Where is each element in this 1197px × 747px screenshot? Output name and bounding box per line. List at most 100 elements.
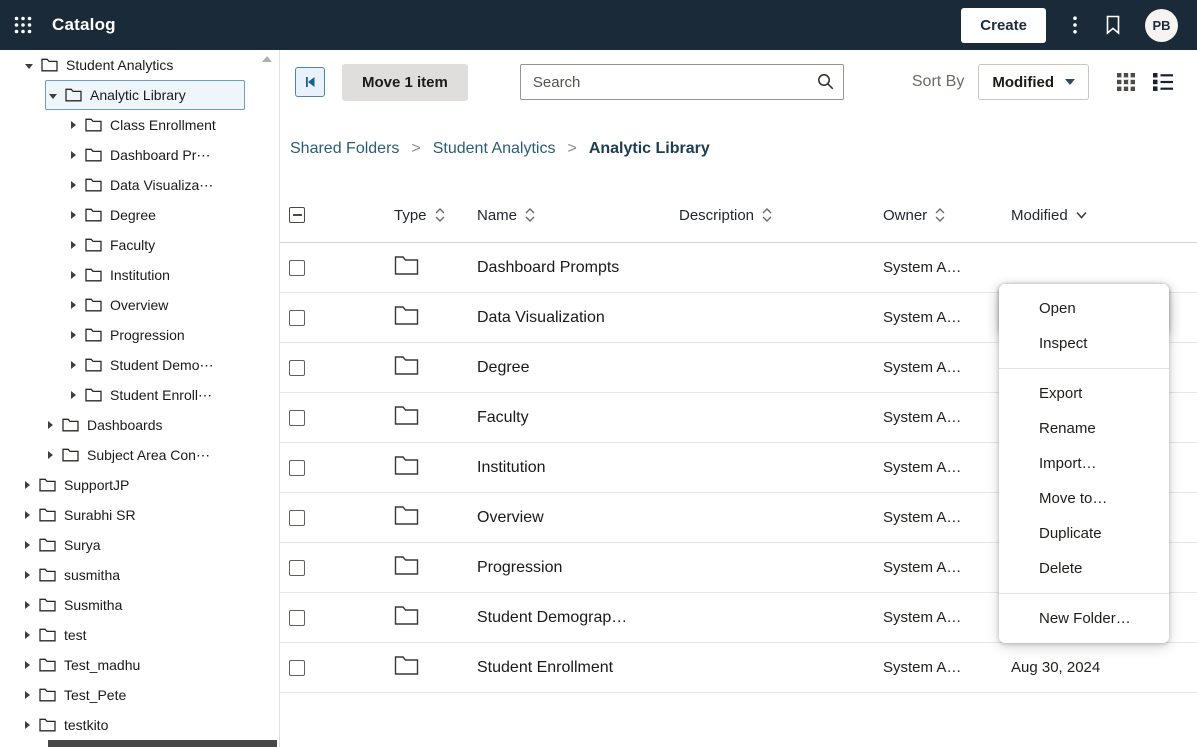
column-header[interactable]: Description xyxy=(679,207,883,224)
caret-icon[interactable] xyxy=(71,361,76,369)
search-input[interactable] xyxy=(520,64,844,100)
breadcrumb-item[interactable]: Shared Folders xyxy=(290,140,433,158)
caret-icon[interactable] xyxy=(25,631,30,639)
row-checkbox[interactable] xyxy=(289,610,305,626)
horizontal-scrollbar[interactable] xyxy=(48,740,277,747)
scroll-up-icon[interactable] xyxy=(262,56,272,62)
column-header[interactable]: Owner xyxy=(883,207,1011,224)
row-checkbox[interactable] xyxy=(289,460,305,476)
table-row[interactable]: Student Enrollment System A… Aug 30, 202… xyxy=(280,643,1197,693)
overflow-menu-icon[interactable] xyxy=(1073,16,1077,34)
collapse-selection-button[interactable] xyxy=(295,67,325,97)
app-launcher-icon[interactable] xyxy=(14,16,32,34)
row-name[interactable]: Degree xyxy=(477,359,679,377)
tree-item[interactable]: Overview xyxy=(0,290,279,320)
tree-item[interactable]: Student Demo⋯ xyxy=(0,350,279,380)
row-checkbox[interactable] xyxy=(289,310,305,326)
breadcrumb-item[interactable]: Student Analytics xyxy=(433,140,589,158)
tree-item[interactable]: Dashboard Pr⋯ xyxy=(0,140,279,170)
menu-item[interactable]: Inspect xyxy=(999,326,1169,361)
column-header[interactable]: Modified xyxy=(1011,207,1173,224)
caret-icon[interactable] xyxy=(71,241,76,249)
tree-item[interactable]: Progression xyxy=(0,320,279,350)
caret-icon[interactable] xyxy=(25,691,30,699)
row-name[interactable]: Student Enrollment xyxy=(477,659,679,677)
menu-item[interactable]: Duplicate xyxy=(999,516,1169,551)
tree-item[interactable]: Test_Pete xyxy=(0,680,279,710)
sort-dropdown[interactable]: Modified xyxy=(978,64,1089,100)
tree-item[interactable]: Data Visualiza⋯ xyxy=(0,170,279,200)
column-header[interactable]: Type xyxy=(394,207,477,224)
avatar[interactable]: PB xyxy=(1145,9,1178,42)
tree-item[interactable]: Dashboards xyxy=(0,410,279,440)
row-name[interactable]: Overview xyxy=(477,509,679,527)
search-icon[interactable] xyxy=(817,73,834,90)
caret-icon[interactable] xyxy=(25,721,30,729)
breadcrumb-item[interactable]: Analytic Library xyxy=(589,140,710,158)
tree-item[interactable]: Surya xyxy=(0,530,279,560)
column-header[interactable]: Name xyxy=(477,207,679,224)
caret-icon[interactable] xyxy=(71,331,76,339)
caret-icon[interactable] xyxy=(71,151,76,159)
grid-view-icon[interactable] xyxy=(1117,73,1135,91)
move-items-button[interactable]: Move 1 item xyxy=(342,64,468,101)
tree-item[interactable]: Faculty xyxy=(0,230,279,260)
row-checkbox[interactable] xyxy=(289,660,305,676)
list-view-icon[interactable] xyxy=(1153,73,1173,91)
caret-icon[interactable] xyxy=(71,271,76,279)
tree-item[interactable]: test xyxy=(0,620,279,650)
row-checkbox[interactable] xyxy=(289,410,305,426)
menu-item[interactable]: Import… xyxy=(999,446,1169,481)
menu-item[interactable]: Export xyxy=(999,376,1169,411)
menu-item[interactable]: Open xyxy=(999,291,1169,326)
row-name[interactable]: Progression xyxy=(477,559,679,577)
create-button[interactable]: Create xyxy=(961,8,1046,43)
tree-item[interactable]: Subject Area Con⋯ xyxy=(0,440,279,470)
caret-icon[interactable] xyxy=(71,181,76,189)
caret-icon[interactable] xyxy=(71,301,76,309)
menu-item[interactable] xyxy=(999,368,1169,369)
caret-icon[interactable] xyxy=(25,481,30,489)
menu-item[interactable]: Delete xyxy=(999,551,1169,586)
row-name[interactable]: Student Demograp… xyxy=(477,609,679,627)
row-name[interactable]: Institution xyxy=(477,459,679,477)
row-checkbox[interactable] xyxy=(289,510,305,526)
caret-icon[interactable] xyxy=(48,451,53,459)
row-name[interactable]: Dashboard Prompts xyxy=(477,259,679,277)
tree-item[interactable]: SupportJP xyxy=(0,470,279,500)
folder-icon xyxy=(85,388,102,402)
menu-item[interactable]: Move to… xyxy=(999,481,1169,516)
caret-icon[interactable] xyxy=(71,211,76,219)
caret-icon[interactable] xyxy=(25,511,30,519)
caret-icon[interactable] xyxy=(25,64,33,69)
tree-item[interactable]: Analytic Library xyxy=(45,80,245,110)
tree-item[interactable]: Student Analytics xyxy=(0,50,279,80)
caret-icon[interactable] xyxy=(25,571,30,579)
tree-item[interactable]: Test_madhu xyxy=(0,650,279,680)
select-all-checkbox[interactable] xyxy=(289,207,305,223)
tree-item[interactable]: Surabhi SR xyxy=(0,500,279,530)
tree-item[interactable]: Institution xyxy=(0,260,279,290)
menu-item[interactable] xyxy=(999,593,1169,594)
menu-item[interactable]: Rename xyxy=(999,411,1169,446)
row-checkbox[interactable] xyxy=(289,260,305,276)
row-checkbox[interactable] xyxy=(289,560,305,576)
caret-icon[interactable] xyxy=(25,601,30,609)
caret-icon[interactable] xyxy=(49,94,57,99)
menu-item[interactable]: New Folder… xyxy=(999,601,1169,636)
row-checkbox[interactable] xyxy=(289,360,305,376)
tree-item[interactable]: Susmitha xyxy=(0,590,279,620)
bookmark-icon[interactable] xyxy=(1105,15,1121,35)
caret-icon[interactable] xyxy=(25,541,30,549)
caret-icon[interactable] xyxy=(71,391,76,399)
caret-icon[interactable] xyxy=(48,421,53,429)
tree-item[interactable]: susmitha xyxy=(0,560,279,590)
tree-item[interactable]: testkito xyxy=(0,710,279,740)
row-name[interactable]: Data Visualization xyxy=(477,309,679,327)
row-name[interactable]: Faculty xyxy=(477,409,679,427)
tree-item[interactable]: Degree xyxy=(0,200,279,230)
tree-item[interactable]: Class Enrollment xyxy=(0,110,279,140)
tree-item[interactable]: Student Enroll⋯ xyxy=(0,380,279,410)
caret-icon[interactable] xyxy=(25,661,30,669)
caret-icon[interactable] xyxy=(71,121,76,129)
